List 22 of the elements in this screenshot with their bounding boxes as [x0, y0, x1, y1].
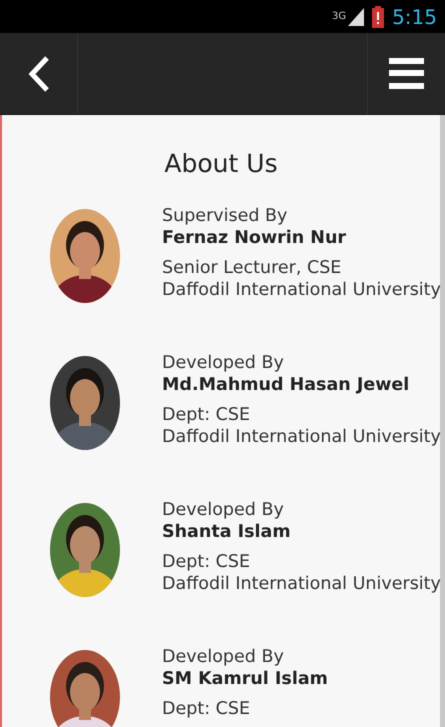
affiliation-text: Daffodil International University: [162, 278, 440, 300]
affiliation-text: Dept: CSE: [162, 404, 252, 426]
page-title: About Us: [163, 148, 279, 180]
person-name: Md.Mahmud Hasan Jewel: [162, 374, 410, 396]
signal-icon: [348, 8, 364, 26]
role-label: Developed By: [162, 498, 285, 520]
back-icon[interactable]: [28, 56, 50, 92]
affiliation-text: Dept: CSE: [162, 698, 252, 720]
battery-icon: [372, 6, 384, 28]
menu-icon[interactable]: [389, 58, 424, 89]
network-label: 3G: [332, 12, 346, 22]
role-label: Supervised By: [162, 204, 288, 226]
affiliation-text: Dept: CSE: [162, 550, 252, 572]
person-name: Fernaz Nowrin Nur: [162, 226, 348, 248]
affiliation-text: Senior Lecturer, CSE: [162, 256, 342, 278]
role-label: Developed By: [162, 646, 285, 668]
role-label: Developed By: [162, 352, 285, 374]
affiliation-text: Daffodil International University: [162, 426, 440, 448]
person-name: SM Kamrul Islam: [162, 668, 328, 690]
clock: 5:15: [392, 6, 437, 26]
person-name: Shanta Islam: [162, 520, 292, 542]
affiliation-text: Daffodil International University: [162, 572, 440, 594]
